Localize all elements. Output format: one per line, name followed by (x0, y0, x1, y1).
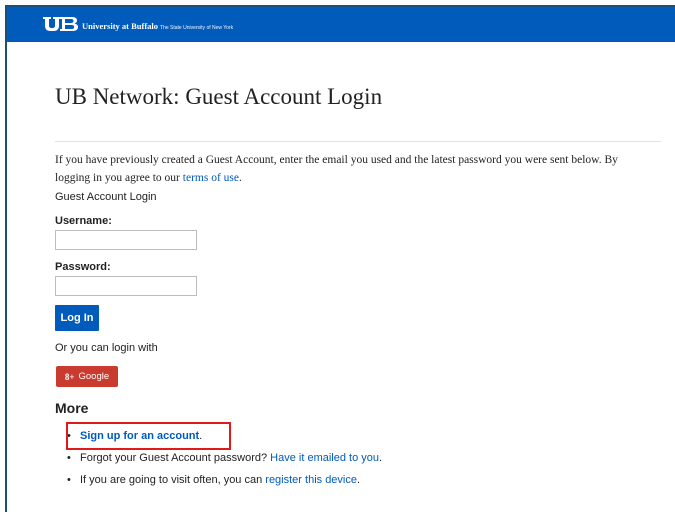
brand-name[interactable]: University at Buffalo The State Universit… (82, 21, 233, 31)
login-button[interactable]: Log In (55, 305, 99, 331)
ub-logo-icon[interactable] (43, 17, 79, 31)
list-item-suffix: . (379, 452, 383, 464)
alt-login-text: Or you can login with (55, 342, 158, 354)
list-item-text: Forgot your Guest Account password? (80, 452, 271, 464)
password-label: Password: (55, 261, 111, 273)
list-item-register-device: • If you are going to visit often, you c… (67, 474, 361, 486)
list-item-forgot-password: • Forgot your Guest Account password? Ha… (67, 452, 383, 464)
terms-of-use-link[interactable]: terms of use (183, 172, 239, 184)
google-plus-icon: 8+ (64, 371, 75, 382)
username-label: Username: (55, 215, 112, 227)
bullet: • (67, 452, 71, 464)
page-title: UB Network: Guest Account Login (55, 84, 383, 109)
bullet: • (67, 474, 71, 486)
intro-text-part-1: If you have previously created a Guest A… (55, 154, 618, 184)
google-button-label: Google (78, 371, 110, 382)
highlight-box (66, 422, 231, 450)
list-item-suffix: . (357, 474, 361, 486)
intro-text: If you have previously created a Guest A… (55, 151, 655, 187)
email-password-link[interactable]: Have it emailed to you (270, 452, 379, 464)
intro-text-part-2: . (238, 172, 242, 184)
register-device-link[interactable]: register this device (265, 474, 357, 486)
brand-subtitle: The State University of New York (160, 25, 234, 31)
header-bar: University at Buffalo The State Universit… (7, 7, 675, 42)
more-heading: More (55, 400, 89, 416)
divider (55, 141, 661, 142)
google-login-button[interactable]: 8+ Google (56, 366, 118, 387)
password-input[interactable] (55, 276, 197, 296)
list-item-text: If you are going to visit often, you can (80, 474, 266, 486)
brand-name-text: University at Buffalo (82, 21, 159, 31)
form-title: Guest Account Login (55, 191, 157, 203)
username-input[interactable] (55, 230, 197, 250)
